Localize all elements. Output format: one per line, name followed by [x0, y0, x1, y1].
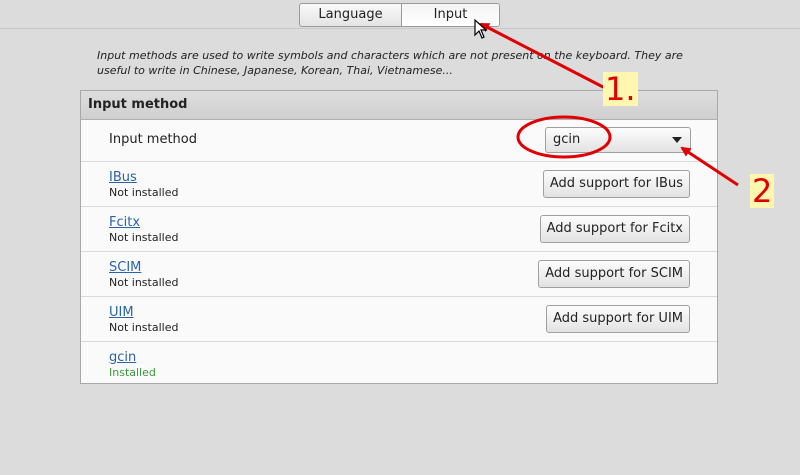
method-row-fcitx: Fcitx Not installed Add support for Fcit…	[81, 207, 717, 252]
gcin-status: Installed	[109, 366, 156, 379]
scim-link[interactable]: SCIM	[109, 260, 141, 275]
selector-label: Input method	[109, 132, 197, 147]
mouse-pointer-icon	[474, 19, 488, 39]
gcin-link[interactable]: gcin	[109, 350, 136, 365]
add-uim-button[interactable]: Add support for UIM	[546, 305, 690, 333]
add-scim-button[interactable]: Add support for SCIM	[538, 260, 690, 288]
input-method-selector-row: Input method gcin	[81, 120, 717, 162]
method-row-ibus: IBus Not installed Add support for IBus	[81, 162, 717, 207]
input-method-frame: Input method Input method gcin IBus Not …	[80, 90, 718, 384]
annotation-label-step1: 1.	[603, 70, 638, 108]
add-fcitx-button[interactable]: Add support for Fcitx	[539, 215, 690, 243]
method-row-scim: SCIM Not installed Add support for SCIM	[81, 252, 717, 297]
method-row-gcin: gcin Installed	[81, 342, 717, 387]
ibus-status: Not installed	[109, 186, 179, 199]
header-divider	[0, 28, 800, 29]
method-row-uim: UIM Not installed Add support for UIM	[81, 297, 717, 342]
uim-link[interactable]: UIM	[109, 305, 134, 320]
tab-switcher: Language Input method	[299, 3, 500, 27]
chevron-down-icon	[672, 137, 682, 143]
tab-language[interactable]: Language	[300, 4, 402, 26]
uim-status: Not installed	[109, 321, 179, 334]
scim-status: Not installed	[109, 276, 179, 289]
annotation-label-step2: 2	[750, 172, 775, 210]
combobox-value: gcin	[553, 132, 581, 147]
fcitx-status: Not installed	[109, 231, 179, 244]
input-method-combobox[interactable]: gcin	[545, 127, 691, 153]
fcitx-link[interactable]: Fcitx	[109, 215, 140, 230]
ibus-link[interactable]: IBus	[109, 170, 137, 185]
add-ibus-button[interactable]: Add support for IBus	[542, 170, 690, 198]
